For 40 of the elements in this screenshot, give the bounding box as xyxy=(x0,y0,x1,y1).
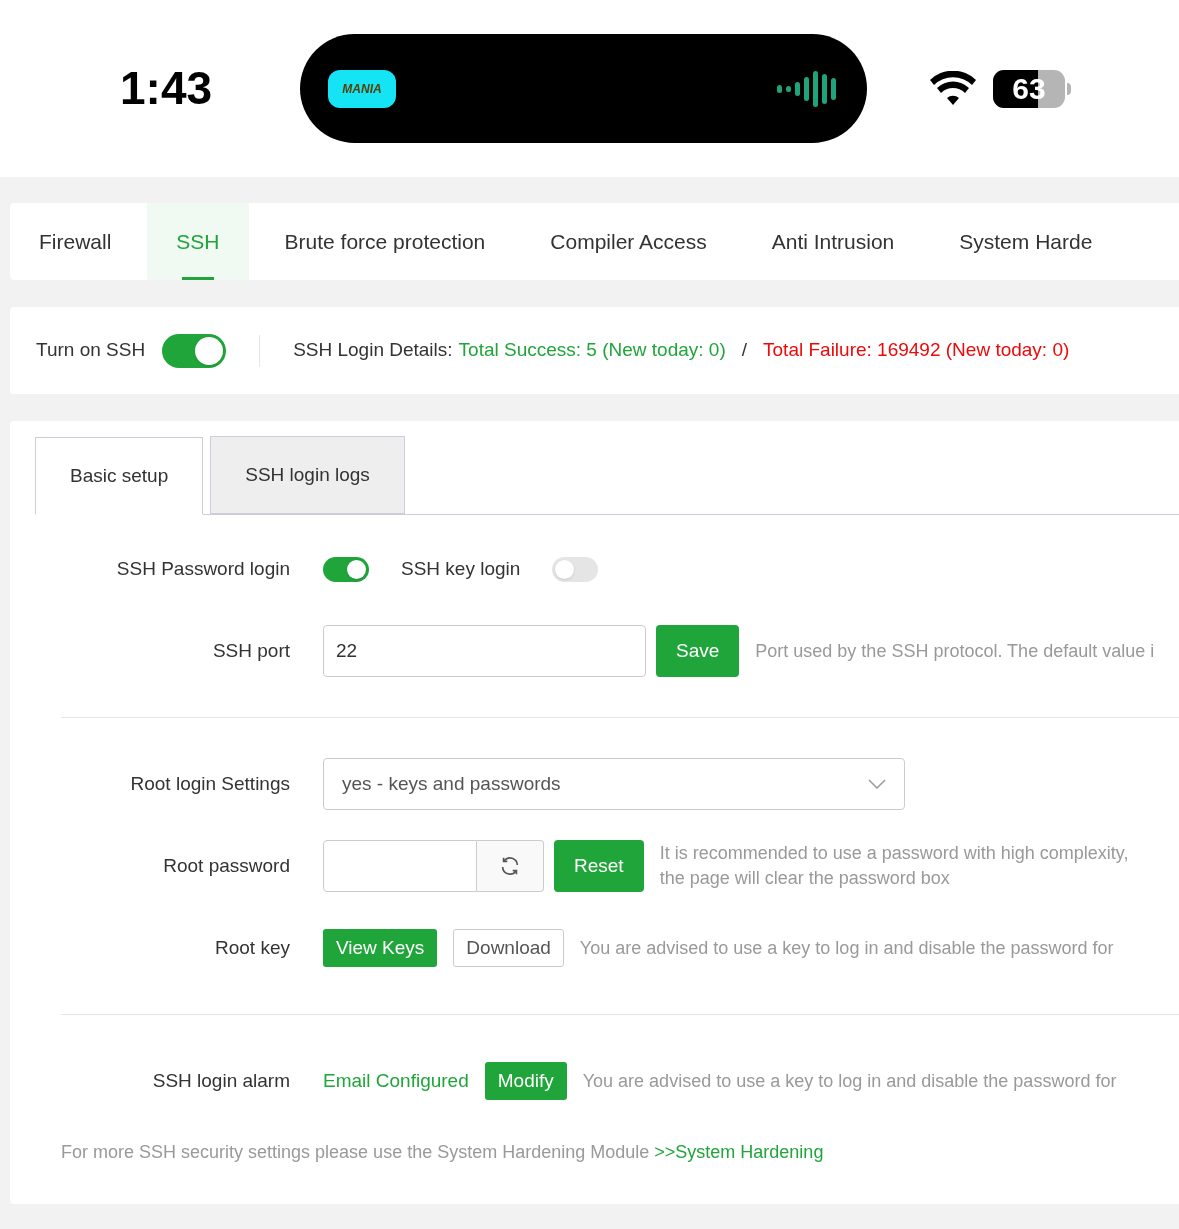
clock-time: 1:43 xyxy=(120,61,214,116)
success-count: Total Success: 5 (New today: 0) xyxy=(458,338,726,363)
field-label: Root key xyxy=(215,935,290,960)
details-label: SSH Login Details: xyxy=(293,338,453,363)
toggle-switch[interactable] xyxy=(323,556,369,582)
hint-text: the page will clear the password box xyxy=(659,867,951,890)
port-field[interactable]: 22 xyxy=(323,625,646,677)
footer-text: For more SSH security settings please use the System Hardening Module xyxy=(61,1142,650,1162)
separator: / xyxy=(741,338,748,363)
refresh-icon xyxy=(499,855,521,877)
field-label: SSH port xyxy=(212,638,290,663)
field-label: SSH Password login xyxy=(116,556,290,581)
refresh-button[interactable] xyxy=(477,840,544,892)
tab[interactable]: System Harde xyxy=(930,203,1122,280)
toggle-switch[interactable] xyxy=(552,556,599,582)
toggle-switch[interactable] xyxy=(162,333,227,368)
field-label: Root password xyxy=(163,853,290,878)
tab[interactable]: Compiler Access xyxy=(521,203,736,280)
tab[interactable]: Brute force protection xyxy=(255,203,515,280)
hint-text: You are advised to use a key to log in and disable the password for xyxy=(579,936,1114,960)
password-field[interactable] xyxy=(323,840,477,892)
download-button[interactable]: Download xyxy=(453,929,564,967)
hint-text: You are advised to use a key to log in and disable the password for xyxy=(582,1069,1117,1093)
subtab[interactable]: SSH login logs xyxy=(210,436,405,514)
hint-text: It is recommended to use a password with high complexity, xyxy=(659,842,1129,865)
hint-text: Port used by the SSH protocol. The default value i xyxy=(755,639,1155,663)
app-logo: MANIA xyxy=(328,69,396,108)
tab[interactable]: Anti Intrusion xyxy=(742,203,924,280)
toggle-label: Turn on SSH xyxy=(36,338,146,363)
field-label: SSH login alarm xyxy=(152,1068,290,1093)
wifi-icon xyxy=(929,70,977,107)
subtab[interactable]: Basic setup xyxy=(35,437,204,515)
failure-count: Total Failure: 169492 (New today: 0) xyxy=(763,338,1070,363)
tab[interactable]: Firewall xyxy=(10,203,141,280)
select-field[interactable]: yes - keys and passwords xyxy=(323,758,905,810)
waveform-icon xyxy=(777,68,839,109)
field-label: SSH key login xyxy=(401,556,521,581)
chevron-down-icon xyxy=(868,779,886,789)
field-label: Root login Settings xyxy=(130,771,290,796)
email-status: Email Configured xyxy=(323,1068,469,1093)
